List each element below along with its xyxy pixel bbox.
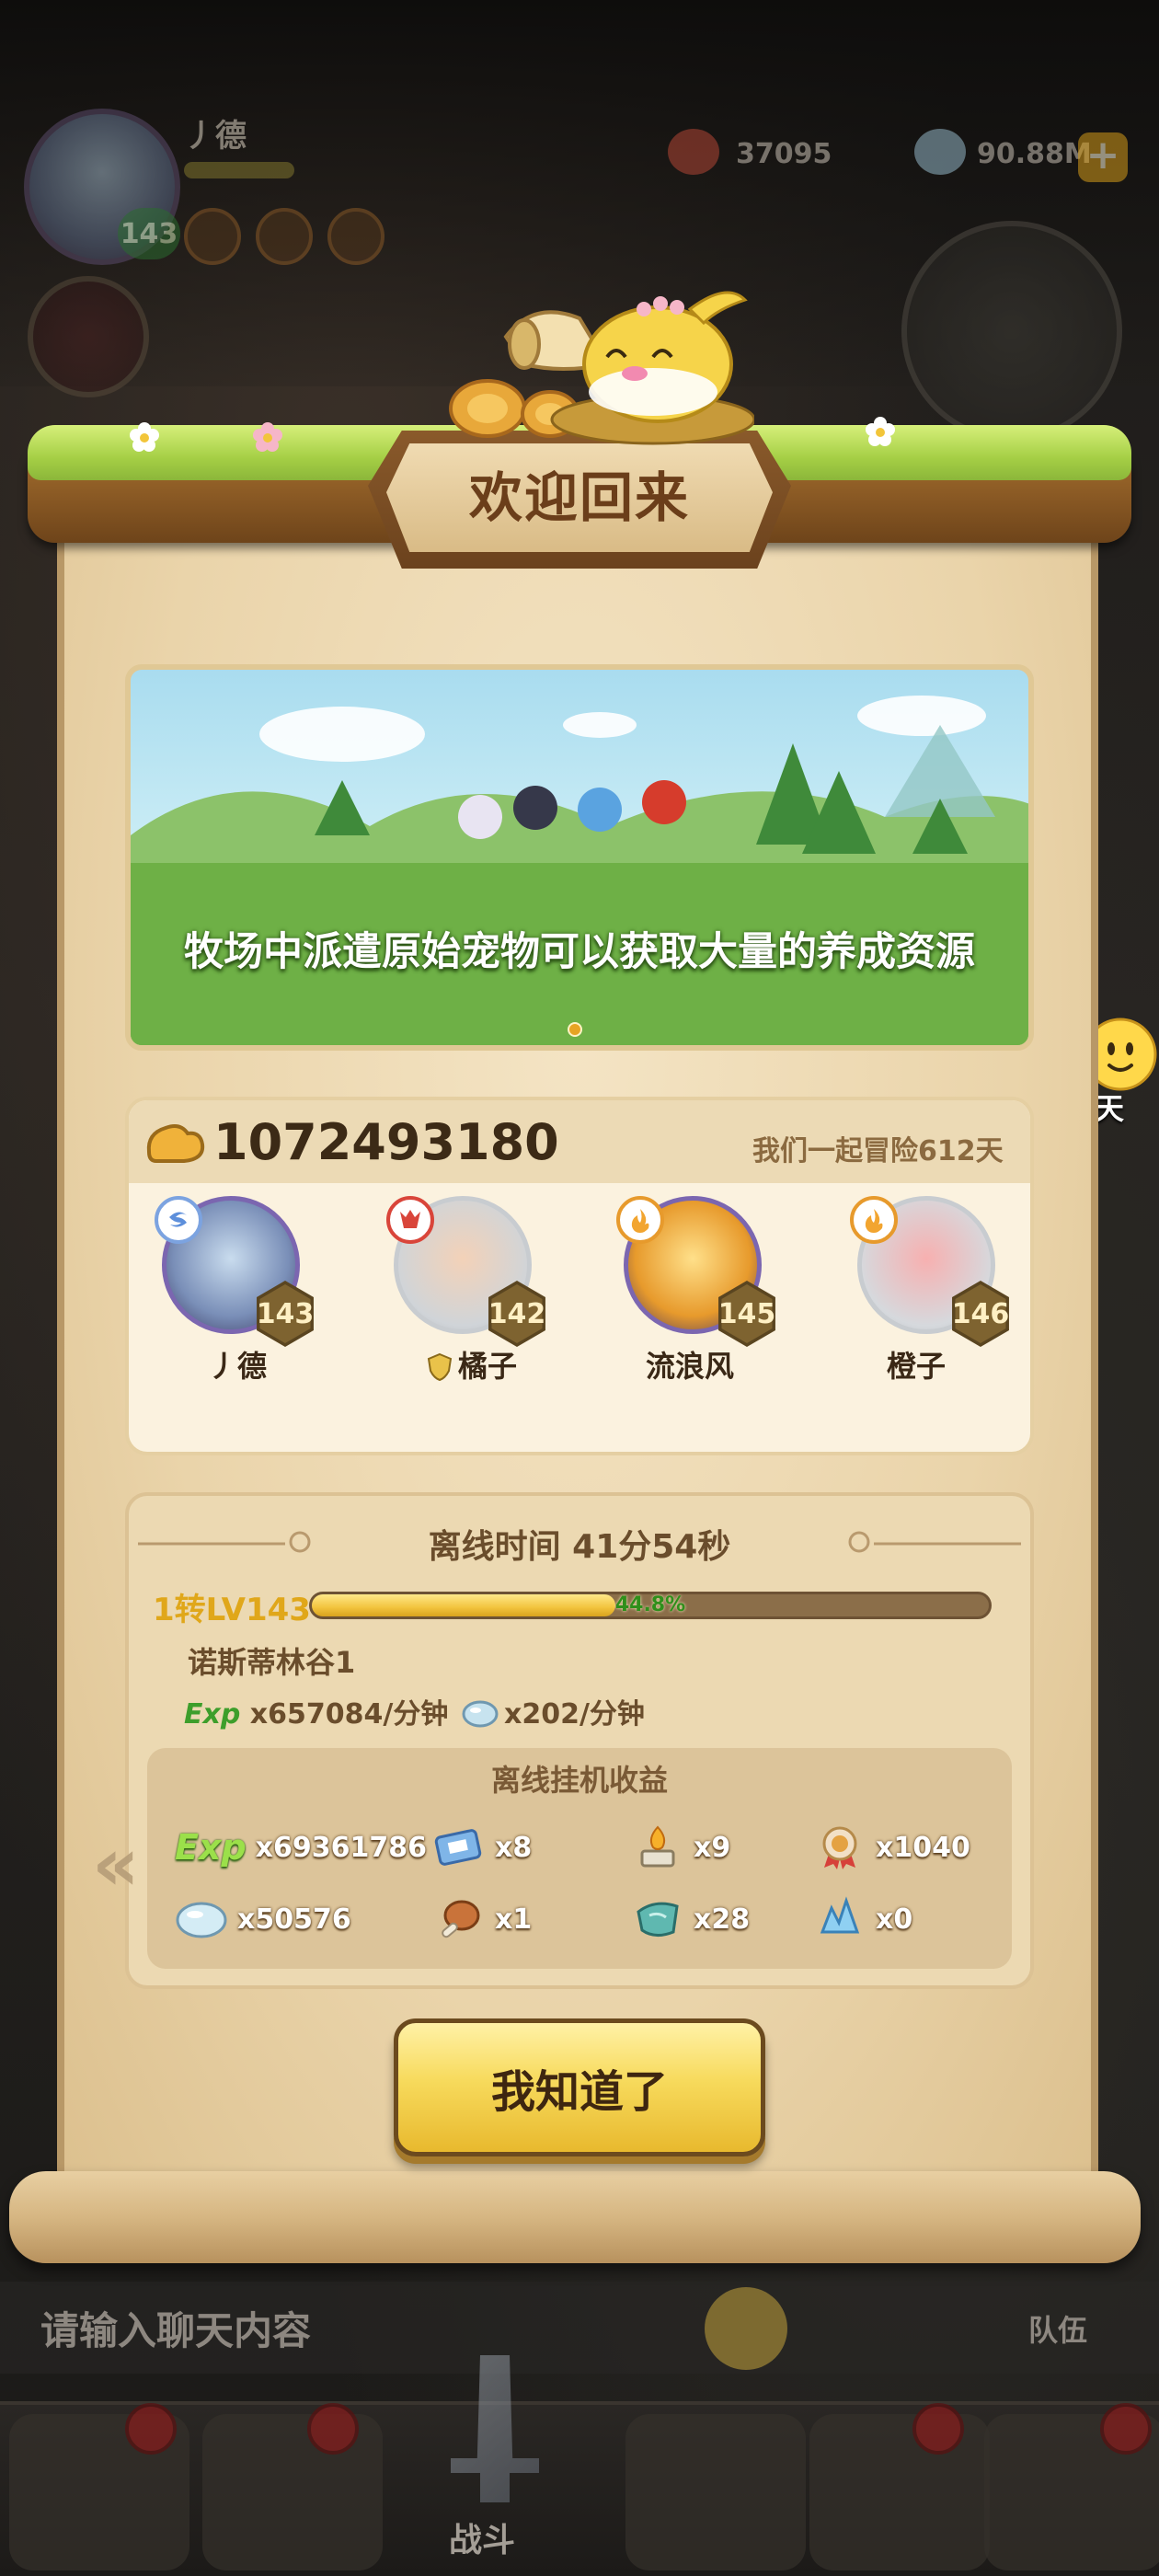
player-name: 丿德	[184, 118, 247, 155]
scroll-bottom-roll	[9, 2171, 1141, 2263]
shell-rate: x202/分钟	[462, 1691, 645, 1731]
nav-tab-guild[interactable]	[809, 2414, 990, 2570]
offline-time-label: 离线时间 41分54秒	[428, 1528, 731, 1566]
team-power-value: 1072493180	[213, 1113, 559, 1171]
reward-amount: x50576	[237, 1903, 351, 1936]
reward-medal: x1040	[813, 1822, 970, 1873]
hero-name-with-guild: 橘子	[379, 1343, 563, 1386]
banner-tip-text: 牧场中派遣原始宠物可以获取大量的养成资源	[184, 929, 975, 975]
crystal-icon	[813, 1895, 866, 1943]
hero-name: 丿德	[207, 1349, 267, 1384]
starfish-count: 37095	[736, 138, 832, 170]
reward-amount: x0	[876, 1903, 913, 1936]
offline-rewards-title: 离线挂机收益	[490, 1763, 668, 1798]
notification-dot	[125, 2403, 177, 2455]
meat-icon	[432, 1895, 486, 1943]
reward-shell: x50576	[175, 1893, 351, 1945]
reward-amount: x8	[495, 1831, 533, 1864]
nav-tab-battle[interactable]: 战斗	[449, 2513, 515, 2561]
rank-level-label: 1转LV143	[153, 1592, 311, 1628]
notification-dot	[307, 2403, 359, 2455]
reward-meat: x1	[432, 1893, 532, 1945]
starfish-icon	[668, 129, 719, 175]
hero-level: 146	[951, 1297, 1010, 1330]
horn-bird-mascot-icon	[503, 291, 754, 445]
chevron-left-icon[interactable]: «	[92, 1822, 140, 1907]
emoji-icon[interactable]	[705, 2287, 787, 2370]
player-level-badge: 143	[118, 208, 180, 259]
map-name: 诺斯蒂林谷1	[188, 1645, 356, 1680]
reward-ticket: x8	[432, 1822, 532, 1873]
fire-element-icon	[616, 1196, 664, 1244]
side-event-button[interactable]	[28, 276, 149, 397]
hero-level: 142	[488, 1297, 546, 1330]
exp-rate: Exp x657084/分钟	[184, 1691, 448, 1731]
hero-level: 145	[717, 1297, 776, 1330]
buff-icon[interactable]	[184, 208, 241, 265]
shell-icon	[914, 129, 966, 175]
banner-page-indicator[interactable]	[568, 1022, 582, 1037]
nav-tab-pets[interactable]	[625, 2414, 806, 2570]
reward-exp: Exp x69361786	[175, 1822, 427, 1873]
demon-element-icon	[386, 1196, 434, 1244]
map-button[interactable]	[901, 221, 1122, 442]
wind-element-icon	[155, 1196, 202, 1244]
reward-crystal: x0	[813, 1893, 912, 1945]
shell-rate-value: x202/分钟	[504, 1698, 645, 1731]
reward-amount: x1040	[876, 1831, 970, 1864]
tip-banner[interactable]	[125, 664, 1034, 1051]
acknowledge-button-label[interactable]: 我知道了	[394, 2055, 765, 2120]
dialog-title: 欢迎回来	[468, 466, 690, 529]
torch-icon	[631, 1823, 684, 1871]
chat-input-field[interactable]: 请输入聊天内容	[40, 2300, 311, 2356]
player-exp-bar	[184, 162, 294, 178]
hero-name: 流浪风	[645, 1349, 734, 1384]
shell-count: 90.88M	[977, 138, 1092, 170]
hero-level: 143	[256, 1297, 315, 1330]
notification-dot	[1100, 2403, 1152, 2455]
reward-amount: x9	[694, 1831, 731, 1864]
exp-rate-value: x657084/分钟	[249, 1698, 449, 1731]
guild-shield-icon	[427, 1352, 453, 1382]
flower-icon	[130, 422, 159, 452]
buff-icon[interactable]	[327, 208, 384, 265]
hero-name: 橙子	[886, 1349, 946, 1384]
shell-icon	[462, 1700, 499, 1728]
team-button-label[interactable]: 队伍	[1028, 2307, 1087, 2350]
flame-element-icon	[850, 1196, 898, 1244]
reward-amount: x69361786	[255, 1831, 428, 1864]
scale-icon	[631, 1895, 684, 1943]
shell-icon	[175, 1895, 228, 1943]
adventure-days-label: 我们一起冒险612天	[752, 1135, 1004, 1167]
flower-icon	[866, 417, 895, 446]
banner-scenery	[131, 696, 1028, 1045]
reward-torch: x9	[631, 1822, 730, 1873]
notification-dot	[912, 2403, 964, 2455]
ticket-icon	[432, 1823, 486, 1871]
buff-icon[interactable]	[256, 208, 313, 265]
reward-amount: x28	[694, 1903, 751, 1936]
hero-name: 橘子	[457, 1349, 517, 1384]
exp-icon: Exp	[184, 1698, 241, 1731]
exp-icon: Exp	[175, 1827, 247, 1868]
reward-amount: x1	[495, 1903, 533, 1936]
add-currency-button[interactable]: +	[1078, 132, 1128, 182]
flower-icon	[253, 422, 282, 452]
strength-arm-icon	[146, 1124, 205, 1163]
medal-icon	[813, 1823, 866, 1871]
xp-progress-percent: 44.8%	[614, 1593, 686, 1616]
reward-scale: x28	[631, 1893, 750, 1945]
